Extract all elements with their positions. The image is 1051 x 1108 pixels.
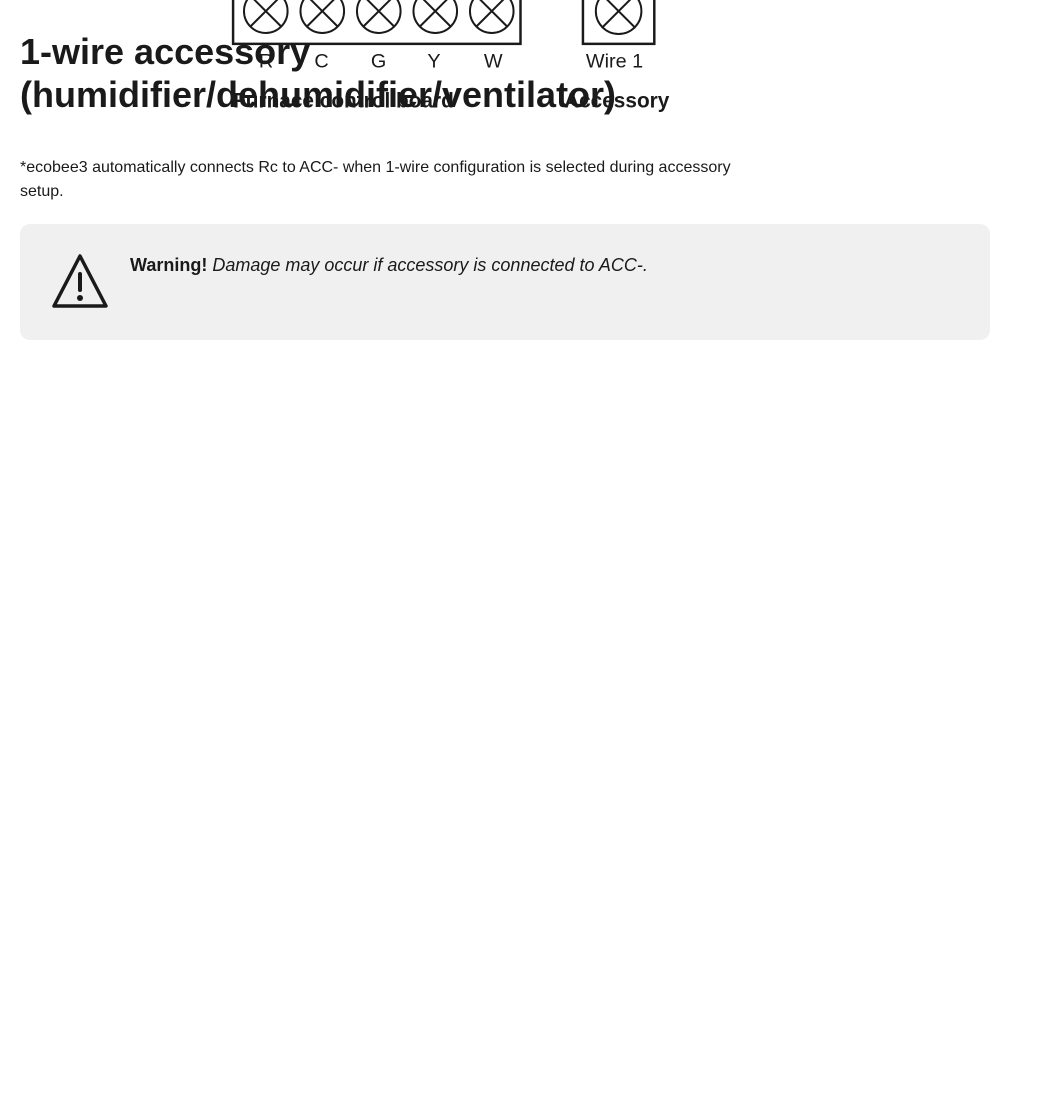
svg-text:R: R bbox=[259, 51, 273, 73]
svg-text:Wire 1: Wire 1 bbox=[586, 51, 643, 73]
wiring-diagram-main: .thick { stroke: #1a1a1a; stroke-width: … bbox=[20, 0, 1021, 146]
svg-text:Furnace control board: Furnace control board bbox=[233, 90, 454, 113]
warning-icon bbox=[50, 252, 110, 312]
svg-text:C: C bbox=[314, 51, 328, 73]
svg-text:Accessory: Accessory bbox=[564, 90, 670, 113]
warning-body: Damage may occur if accessory is connect… bbox=[207, 255, 648, 275]
svg-text:W: W bbox=[484, 51, 503, 73]
warning-bold: Warning! bbox=[130, 255, 207, 275]
svg-text:Y: Y bbox=[427, 51, 440, 73]
svg-text:G: G bbox=[371, 51, 386, 73]
footnote-text: *ecobee3 automatically connects Rc to AC… bbox=[20, 156, 770, 204]
warning-text: Warning! Damage may occur if accessory i… bbox=[130, 252, 648, 279]
warning-box: Warning! Damage may occur if accessory i… bbox=[20, 224, 990, 340]
